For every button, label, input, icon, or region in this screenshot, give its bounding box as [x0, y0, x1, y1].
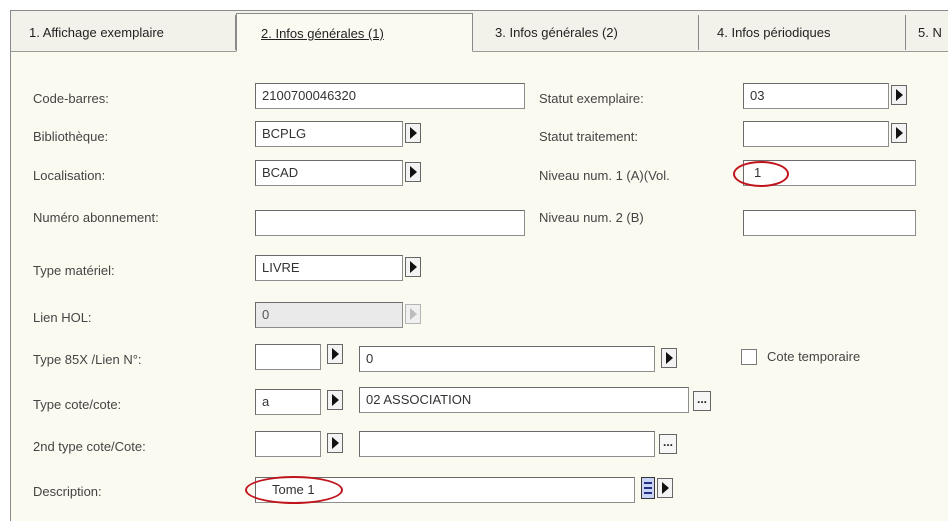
code-barres-input[interactable]: 2100700046320	[255, 83, 525, 109]
item-form-window: 1. Affichage exemplaire 2. Infos général…	[10, 10, 948, 521]
second-type-cote-arrow-button[interactable]	[327, 433, 343, 453]
lien-numero-arrow-button[interactable]	[661, 348, 677, 368]
type-85x-label: Type 85X /Lien N°:	[33, 352, 142, 367]
right-arrow-icon	[331, 437, 339, 449]
tab-bar: 1. Affichage exemplaire 2. Infos général…	[11, 11, 948, 52]
cote-temporaire-checkbox[interactable]	[741, 349, 757, 365]
lien-hol-input: 0	[255, 302, 403, 328]
localisation-input[interactable]: BCAD	[255, 160, 403, 186]
statut-exemplaire-arrow-button[interactable]	[891, 85, 907, 105]
tab-label: 5. N	[918, 25, 942, 40]
right-arrow-icon	[409, 308, 417, 320]
cote-temporaire-label: Cote temporaire	[767, 349, 861, 364]
right-arrow-icon	[665, 352, 673, 364]
numero-abonnement-input[interactable]	[255, 210, 525, 236]
statut-traitement-arrow-button[interactable]	[891, 123, 907, 143]
numero-abonnement-label: Numéro abonnement:	[33, 210, 159, 225]
tab-5[interactable]: 5. N	[906, 15, 948, 50]
code-barres-label: Code-barres:	[33, 91, 109, 106]
description-input[interactable]: Tome 1	[255, 477, 635, 503]
niveau-num-1-input[interactable]: 1	[743, 160, 916, 186]
bibliotheque-arrow-button[interactable]	[405, 123, 421, 143]
bibliotheque-input[interactable]: BCPLG	[255, 121, 403, 147]
localisation-arrow-button[interactable]	[405, 162, 421, 182]
tab-infos-periodiques[interactable]: 4. Infos périodiques	[699, 15, 906, 50]
right-arrow-icon	[409, 127, 417, 139]
second-cote-input[interactable]	[359, 431, 655, 457]
statut-traitement-label: Statut traitement:	[539, 129, 638, 144]
tab-infos-generales-2[interactable]: 3. Infos générales (2)	[473, 15, 699, 50]
right-arrow-icon	[409, 166, 417, 178]
type-cote-arrow-button[interactable]	[327, 390, 343, 410]
lien-hol-arrow-button	[405, 304, 421, 324]
second-cote-browse-button[interactable]: ...	[659, 434, 677, 454]
right-arrow-icon	[895, 89, 903, 101]
description-arrow-button[interactable]	[657, 478, 673, 498]
tab-label: 1. Affichage exemplaire	[29, 25, 164, 40]
lien-hol-label: Lien HOL:	[33, 310, 92, 325]
type-materiel-arrow-button[interactable]	[405, 257, 421, 277]
multiline-edit-icon[interactable]	[641, 477, 655, 499]
niveau-num-2-label: Niveau num. 2 (B)	[539, 210, 644, 225]
right-arrow-icon	[895, 127, 903, 139]
type-cote-label: Type cote/cote:	[33, 397, 122, 412]
localisation-label: Localisation:	[33, 168, 106, 183]
statut-traitement-input[interactable]	[743, 121, 889, 147]
lien-numero-input[interactable]: 0	[359, 346, 655, 372]
niveau-num-1-label: Niveau num. 1 (A)(Vol.	[539, 168, 670, 183]
type-materiel-input[interactable]: LIVRE	[255, 255, 403, 281]
type-85x-arrow-button[interactable]	[327, 344, 343, 364]
second-type-cote-label: 2nd type cote/Cote:	[33, 439, 146, 454]
statut-exemplaire-label: Statut exemplaire:	[539, 91, 644, 106]
right-arrow-icon	[331, 348, 339, 360]
type-materiel-label: Type matériel:	[33, 263, 115, 278]
cote-browse-button[interactable]: ...	[693, 391, 711, 411]
type-85x-type-input[interactable]	[255, 344, 321, 370]
second-type-cote-type-input[interactable]	[255, 431, 321, 457]
description-label: Description:	[33, 484, 102, 499]
type-cote-type-input[interactable]: a	[255, 389, 321, 415]
cote-input[interactable]: 02 ASSOCIATION	[359, 387, 689, 413]
right-arrow-icon	[409, 261, 417, 273]
tab-label: 2. Infos générales (1)	[261, 26, 384, 41]
niveau-num-2-input[interactable]	[743, 210, 916, 236]
bibliotheque-label: Bibliothèque:	[33, 129, 109, 144]
right-arrow-icon	[661, 482, 669, 494]
tab-label: 4. Infos périodiques	[717, 25, 831, 40]
tab-label: 3. Infos générales (2)	[495, 25, 618, 40]
tab-affichage-exemplaire[interactable]: 1. Affichage exemplaire	[19, 15, 236, 50]
tab-infos-generales-1[interactable]: 2. Infos générales (1)	[236, 13, 473, 52]
statut-exemplaire-input[interactable]: 03	[743, 83, 889, 109]
right-arrow-icon	[331, 394, 339, 406]
